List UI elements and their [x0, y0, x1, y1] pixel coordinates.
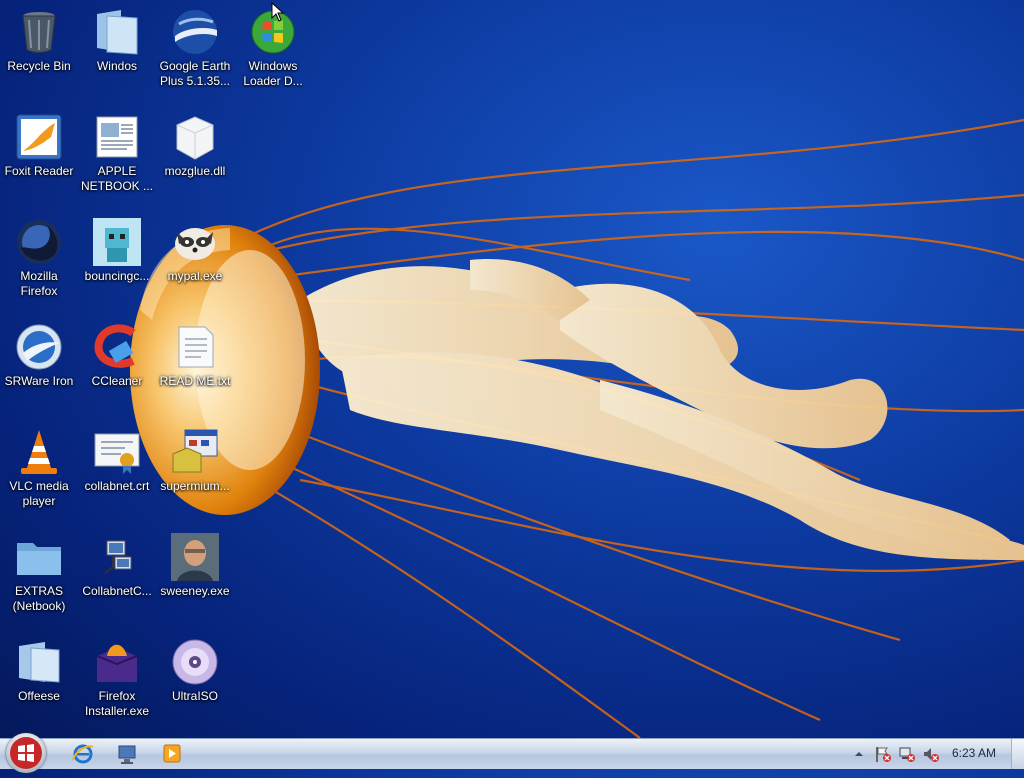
icon-label: mozglue.dll	[164, 164, 226, 178]
icon-label: Firefox Installer.exe	[84, 689, 150, 718]
firefox-icon	[17, 220, 61, 264]
icon-label: sweeney.exe	[160, 584, 230, 598]
network-error-icon	[899, 747, 915, 762]
text-file-icon	[178, 326, 214, 368]
mouse-cursor-icon	[271, 2, 285, 22]
folder-icon	[17, 543, 61, 575]
computer-icon	[118, 745, 136, 764]
mypal-raccoon-icon	[175, 228, 215, 260]
show-desktop-taskbar-button[interactable]	[114, 742, 140, 766]
disc-icon	[172, 639, 218, 685]
google-earth-shortcut[interactable]: Google Earth Plus 5.1.35...	[156, 2, 234, 102]
icon-label: UltraISO	[171, 689, 218, 703]
vlc-shortcut[interactable]: VLC media player	[0, 422, 78, 522]
recycle-bin-icon-shortcut[interactable]: Recycle Bin	[0, 2, 78, 102]
chevron-up-icon	[855, 752, 863, 756]
internet-explorer-taskbar-button[interactable]	[70, 742, 96, 766]
icon-label: CollabnetC...	[82, 584, 152, 598]
icon-label: Windos	[96, 59, 137, 73]
icon-label: VLC media player	[9, 479, 69, 508]
icon-label: Mozilla Firefox	[20, 269, 58, 298]
mozilla-firefox-shortcut[interactable]: Mozilla Firefox	[0, 212, 78, 312]
mozglue-dll-file[interactable]: mozglue.dll	[156, 107, 234, 207]
icon-label: Offeese	[18, 689, 60, 703]
ultraiso-shortcut[interactable]: UltraISO	[156, 632, 234, 732]
action-center-tray-icon[interactable]	[874, 745, 892, 763]
flag-error-icon	[876, 747, 891, 762]
icon-label: EXTRAS (Netbook)	[12, 584, 66, 613]
folder-documents-icon	[19, 642, 60, 683]
bouncingc-shortcut[interactable]: bouncingc...	[78, 212, 156, 312]
windows-logo-icon	[10, 737, 42, 769]
ccleaner-icon	[94, 324, 136, 368]
icon-label: collabnet.crt	[84, 479, 150, 493]
dll-file-icon	[176, 116, 214, 160]
folder-documents-icon	[97, 10, 138, 55]
icon-label: Google Earth Plus 5.1.35...	[159, 59, 231, 88]
sweeney-shortcut[interactable]: sweeney.exe	[156, 527, 234, 627]
vlc-cone-icon	[21, 430, 57, 474]
icon-label: APPLE NETBOOK ...	[80, 164, 153, 193]
game-thumbnail-icon	[93, 218, 141, 266]
foxit-reader-icon	[16, 114, 62, 160]
apple-netbook-shortcut[interactable]: APPLE NETBOOK ...	[78, 107, 156, 207]
supermium-shortcut[interactable]: supermium...	[156, 422, 234, 522]
show-desktop-button[interactable]	[1011, 739, 1024, 769]
icon-label: supermium...	[160, 479, 230, 493]
extras-netbook-folder[interactable]: EXTRAS (Netbook)	[0, 527, 78, 627]
network-tray-icon[interactable]	[898, 745, 916, 763]
taskbar-clock[interactable]: 6:23 AM	[952, 746, 996, 760]
srware-iron-icon	[16, 324, 62, 370]
volume-tray-icon[interactable]	[922, 745, 940, 763]
foxit-reader-shortcut[interactable]: Foxit Reader	[0, 107, 78, 207]
desktop[interactable]: Recycle Bin Foxit Reader Mozilla Firefox…	[0, 0, 1024, 738]
google-earth-icon	[173, 10, 217, 54]
network-computer-icon	[104, 540, 132, 574]
readme-txt-file[interactable]: READ ME.txt	[156, 317, 234, 417]
icon-label: READ ME.txt	[159, 374, 231, 388]
icon-label: bouncingc...	[84, 269, 150, 283]
photo-portrait-icon	[171, 533, 219, 581]
certificate-icon	[94, 433, 140, 474]
srware-iron-shortcut[interactable]: SRWare Iron	[0, 317, 78, 417]
ccleaner-shortcut[interactable]: CCleaner	[78, 317, 156, 417]
media-player-icon	[163, 744, 181, 763]
offeese-shortcut[interactable]: Offeese	[0, 632, 78, 732]
taskbar: 6:23 AM	[0, 733, 1024, 773]
start-button[interactable]	[6, 733, 46, 773]
icon-label: Recycle Bin	[7, 59, 71, 73]
collabnetc-shortcut[interactable]: CollabnetC...	[78, 527, 156, 627]
internet-explorer-icon	[72, 744, 94, 764]
windos-shortcut[interactable]: Windos	[78, 2, 156, 102]
system-tray: 6:23 AM	[834, 739, 1024, 769]
icon-label: SRWare Iron	[4, 374, 74, 388]
collabnet-crt-file[interactable]: collabnet.crt	[78, 422, 156, 522]
document-icon	[96, 116, 138, 158]
recycle-bin-icon	[22, 12, 56, 53]
icon-label: CCleaner	[91, 374, 143, 388]
volume-muted-icon	[924, 748, 939, 762]
firefox-installer-shortcut[interactable]: Firefox Installer.exe	[78, 632, 156, 732]
media-player-taskbar-button[interactable]	[159, 742, 185, 766]
icon-label: Foxit Reader	[4, 164, 74, 178]
mypal-shortcut[interactable]: mypal.exe	[156, 212, 234, 312]
icon-label: Windows Loader D...	[243, 59, 303, 88]
show-hidden-icons-button[interactable]	[850, 745, 868, 763]
setup-installer-icon	[172, 429, 218, 473]
icon-label: mypal.exe	[167, 269, 223, 283]
installer-box-icon	[96, 644, 138, 682]
